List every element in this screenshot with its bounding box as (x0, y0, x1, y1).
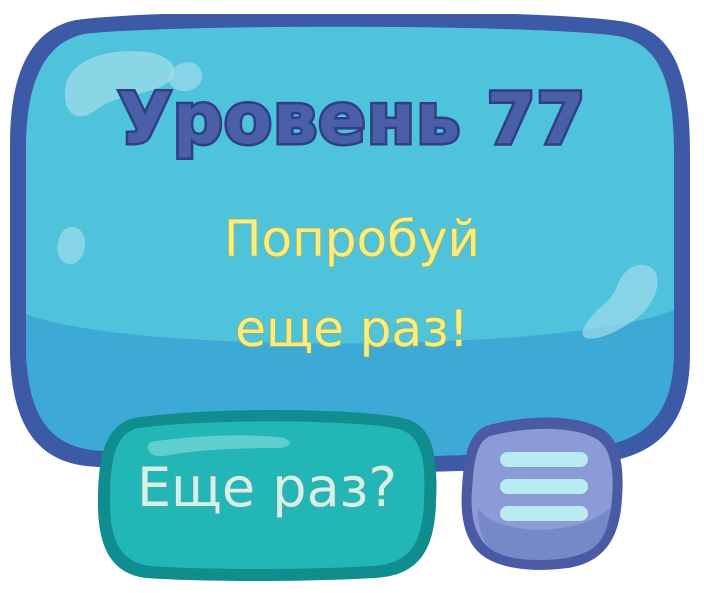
retry-button-label: Еще раз? (136, 455, 398, 520)
menu-icon-bar-bottom (500, 506, 588, 521)
retry-button[interactable]: Еще раз? (94, 408, 440, 582)
menu-button[interactable] (456, 412, 626, 572)
hamburger-menu-icon (461, 417, 623, 570)
level-title: Уровень 77 (115, 76, 587, 163)
level-failed-screen: Уровень 77 Попробуй еще раз! Еще раз? (0, 0, 704, 593)
try-again-message-line2: еще раз! (234, 299, 469, 359)
menu-icon-bar-middle (500, 479, 588, 494)
menu-icon-bar-top (500, 452, 588, 467)
try-again-message-line1: Попробуй (223, 209, 481, 269)
